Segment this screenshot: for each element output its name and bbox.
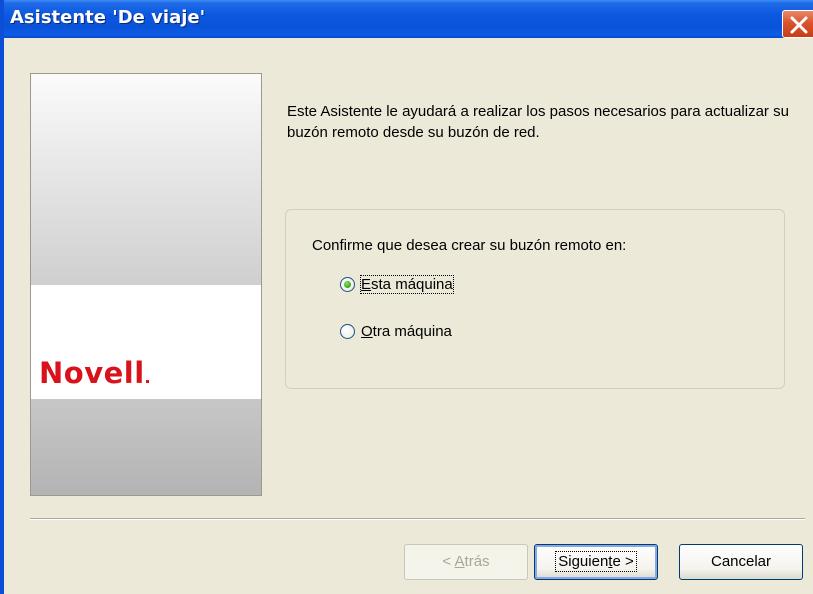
radio-unselected-icon[interactable] [340,324,355,339]
close-button[interactable] [782,10,813,38]
radio-other-machine[interactable]: Otra máquina [340,323,452,340]
close-icon [790,16,808,34]
novell-banner: Novell [30,73,262,496]
back-button[interactable]: < Atrás [404,544,528,580]
novell-logo: Novell [39,356,149,390]
radio-this-machine-label[interactable]: Esta máquina [360,275,454,294]
title-bar[interactable]: Asistente 'De viaje' [4,0,813,38]
radio-other-machine-label[interactable]: Otra máquina [361,323,452,340]
banner-top-band [31,74,261,285]
radio-this-machine[interactable]: Esta máquina [340,275,454,294]
cancel-button[interactable]: Cancelar [679,544,803,580]
location-groupbox [285,209,785,389]
intro-text: Este Asistente le ayudará a realizar los… [287,103,789,141]
group-prompt: Confirme que desea crear su buzón remoto… [312,237,627,254]
radio-selected-icon[interactable] [340,277,355,292]
window-title: Asistente 'De viaje' [10,7,206,28]
button-separator [30,518,805,520]
banner-bottom-band [31,399,261,495]
next-button[interactable]: Siguiente > [534,544,658,580]
